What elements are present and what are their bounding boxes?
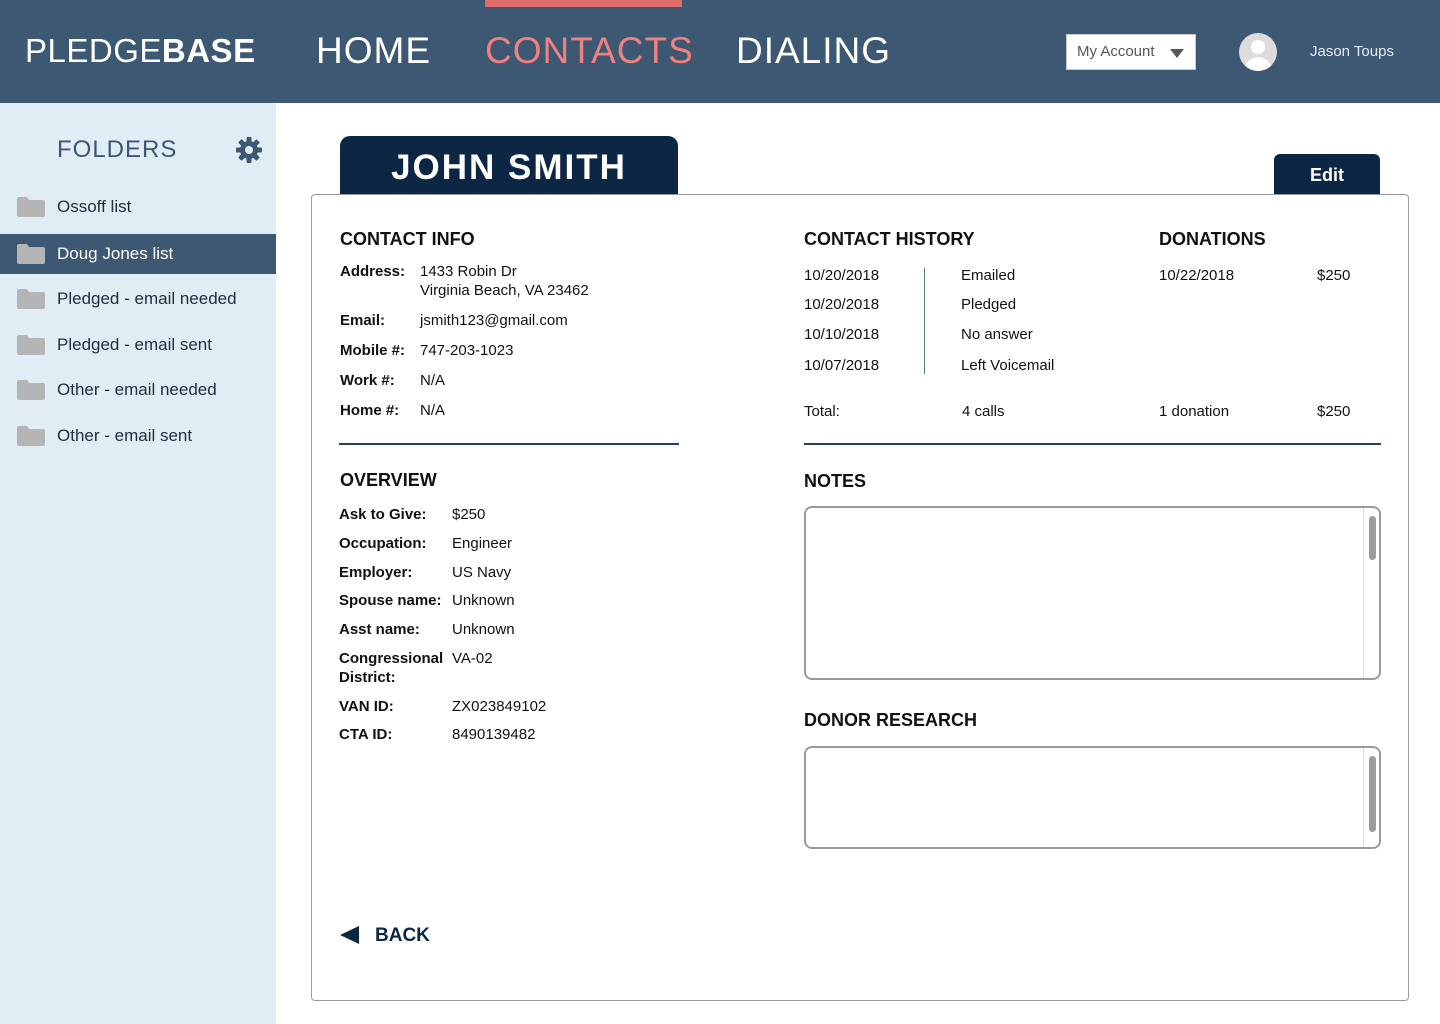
employer-label: Employer: (339, 564, 413, 581)
district-label: Congressional (339, 650, 444, 667)
folder-icon (17, 426, 45, 446)
nav-dialing[interactable]: DIALING (736, 28, 891, 74)
back-label: BACK (375, 925, 430, 946)
donor-research-title: DONOR RESEARCH (804, 710, 978, 730)
notes-scroll-thumb[interactable] (1369, 516, 1376, 560)
district-value: VA-02 (452, 650, 493, 667)
user-name[interactable]: Jason Toups (1310, 42, 1394, 62)
folders-title: FOLDERS (57, 136, 178, 163)
van-id-value: ZX023849102 (452, 698, 547, 715)
history-action: No answer (961, 326, 1033, 343)
back-arrow-icon (340, 926, 359, 944)
employer-value: US Navy (452, 564, 512, 581)
back-button[interactable]: BACK (340, 924, 440, 950)
gear-icon[interactable] (235, 136, 263, 164)
history-total-label: Total: (804, 403, 840, 420)
donation-amount: $250 (1317, 267, 1351, 284)
my-account-label: My Account (1077, 43, 1155, 60)
asst-label: Asst name: (339, 621, 420, 638)
sidebar-folder-ossoff[interactable]: Ossoff list (0, 187, 276, 227)
home-label: Home #: (340, 402, 400, 419)
cta-id-label: CTA ID: (339, 726, 393, 743)
district-label-line2: District: (339, 669, 396, 686)
spouse-value: Unknown (452, 592, 515, 609)
donations-total-amount: $250 (1317, 403, 1351, 420)
folder-icon (17, 244, 45, 264)
donations-title: DONATIONS (1159, 229, 1266, 249)
contact-info-divider (339, 443, 679, 445)
history-date: 10/20/2018 (804, 267, 880, 284)
history-timeline-line (924, 268, 925, 374)
occupation-label: Occupation: (339, 535, 427, 552)
sidebar-folder-doug-jones[interactable]: Doug Jones list (0, 234, 276, 274)
sidebar-folder-label: Pledged - email sent (57, 335, 212, 354)
sidebar-folder-other-email-sent[interactable]: Other - email sent (0, 416, 276, 456)
folder-icon (17, 197, 45, 217)
folders-sidebar: FOLDERS Ossoff list Doug Jones list Pled… (0, 103, 276, 1024)
sidebar-folder-label: Ossoff list (57, 197, 132, 216)
mobile-value[interactable]: 747-203-1023 (420, 341, 513, 360)
spouse-label: Spouse name: (339, 592, 442, 609)
sidebar-folder-other-email-needed[interactable]: Other - email needed (0, 370, 276, 410)
avatar-icon[interactable] (1239, 33, 1277, 71)
history-date: 10/20/2018 (804, 296, 880, 313)
donations-total-count: 1 donation (1159, 403, 1230, 420)
sidebar-folder-label: Other - email sent (57, 426, 193, 445)
logo-bold: BASE (161, 32, 256, 69)
address-line1: 1433 Robin Dr (420, 263, 517, 280)
work-value: N/A (420, 372, 446, 389)
cta-id-value: 8490139482 (452, 726, 536, 743)
top-navigation-bar: PLEDGEBASE HOME CONTACTS DIALING My Acco… (0, 0, 1440, 103)
notes-title: NOTES (804, 471, 867, 491)
contact-name-tab: JOHN SMITH (340, 136, 678, 196)
email-label: Email: (340, 312, 386, 329)
chevron-down-icon (1170, 49, 1184, 58)
email-value[interactable]: jsmith123@gmail.com (420, 311, 568, 330)
address-label: Address: (340, 263, 406, 280)
overview-title: OVERVIEW (340, 470, 437, 490)
notes-scrollbar[interactable] (1363, 508, 1379, 678)
address-line2: Virginia Beach, VA 23462 (420, 282, 589, 299)
asst-value: Unknown (452, 621, 515, 638)
app-logo[interactable]: PLEDGEBASE (25, 31, 256, 71)
sidebar-folder-pledged-email-needed[interactable]: Pledged - email needed (0, 279, 276, 319)
sidebar-folder-pledged-email-sent[interactable]: Pledged - email sent (0, 325, 276, 365)
folder-icon (17, 380, 45, 400)
donation-date: 10/22/2018 (1159, 267, 1235, 284)
avatar-head (1251, 40, 1265, 54)
nav-contacts[interactable]: CONTACTS (485, 28, 694, 74)
occupation-value: Engineer (452, 535, 513, 552)
notes-textarea[interactable] (804, 506, 1381, 680)
edit-button[interactable]: Edit (1274, 154, 1380, 196)
history-action: Pledged (961, 296, 1017, 313)
contact-history-title: CONTACT HISTORY (804, 229, 975, 249)
history-total-calls: 4 calls (962, 403, 1005, 420)
sidebar-folder-label: Pledged - email needed (57, 289, 237, 308)
mobile-label: Mobile #: (340, 342, 406, 359)
sidebar-folder-label: Other - email needed (57, 380, 217, 399)
van-id-label: VAN ID: (339, 698, 394, 715)
donor-research-textarea[interactable] (804, 746, 1381, 849)
ask-label: Ask to Give: (339, 506, 427, 523)
home-value: N/A (420, 402, 446, 419)
nav-home[interactable]: HOME (316, 28, 431, 74)
folder-icon (17, 289, 45, 309)
history-action: Left Voicemail (961, 357, 1055, 374)
sidebar-folder-label: Doug Jones list (57, 244, 174, 263)
history-divider (804, 443, 1381, 445)
logo-light: PLEDGE (25, 32, 162, 69)
contact-info-title: CONTACT INFO (340, 229, 475, 249)
active-nav-indicator (485, 0, 682, 7)
donor-research-scroll-thumb[interactable] (1369, 756, 1376, 832)
history-date: 10/10/2018 (804, 326, 880, 343)
my-account-select[interactable]: My Account (1066, 34, 1196, 70)
history-action: Emailed (961, 267, 1016, 284)
ask-value: $250 (452, 506, 486, 523)
folder-icon (17, 335, 45, 355)
avatar-body (1244, 57, 1272, 71)
work-label: Work #: (340, 372, 395, 389)
donor-research-scrollbar[interactable] (1363, 748, 1379, 847)
history-date: 10/07/2018 (804, 357, 880, 374)
